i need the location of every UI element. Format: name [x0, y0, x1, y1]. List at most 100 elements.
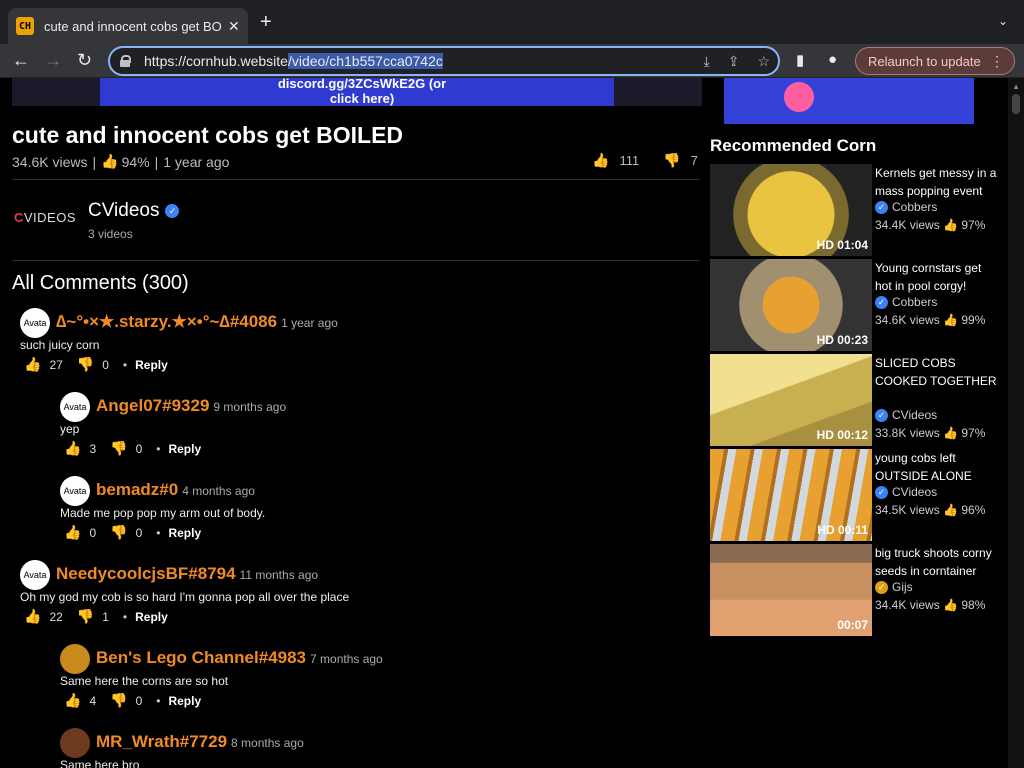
channel-logo[interactable]: CVIDEOS [14, 210, 76, 225]
comment-time: 8 months ago [231, 736, 304, 750]
address-bar[interactable]: https://cornhub.website/video/ch1b557cca… [108, 46, 780, 76]
tab-bar: CH cute and innocent cobs get BOILED ✕ +… [0, 0, 1024, 44]
verified-icon: ✓ [875, 200, 888, 214]
video-title[interactable]: Kernels get messy in a mass popping even… [875, 164, 1000, 200]
menu-dots-icon: ⋮ [990, 53, 1004, 69]
avatar[interactable] [60, 728, 90, 758]
scroll-thumb[interactable] [1012, 94, 1020, 114]
reply-button[interactable]: Reply [135, 358, 168, 372]
reply-button[interactable]: Reply [168, 442, 201, 456]
bookmark-star-icon[interactable]: ☆ [757, 53, 770, 70]
profile-icon[interactable]: ● [828, 51, 837, 68]
dislike-count: 7 [690, 153, 698, 168]
site-favicon: CH [16, 17, 34, 35]
recommended-video[interactable]: HD 00:12 SLICED COBS COOKED TOGETHER ✓ CV… [710, 354, 1000, 446]
video-title[interactable]: young cobs left OUTSIDE ALONE [875, 449, 1000, 485]
avatar[interactable]: Avata [20, 308, 50, 338]
close-tab-icon[interactable]: ✕ [228, 18, 240, 35]
avatar[interactable]: Avata [60, 392, 90, 422]
reply-button[interactable]: Reply [168, 694, 201, 708]
like-icon[interactable]: 👍 [64, 440, 81, 457]
video-thumbnail[interactable]: HD 00:23 [710, 259, 872, 351]
comment-time: 1 year ago [281, 316, 338, 330]
video-channel: ✓ Gijs [875, 580, 913, 594]
recommended-video[interactable]: HD 01:04 Kernels get messy in a mass pop… [710, 164, 1000, 256]
dislike-icon[interactable]: 👎 [110, 524, 127, 541]
sidebar-ad[interactable] [724, 78, 974, 124]
video-title[interactable]: Young cornstars get hot in pool corgy! [875, 259, 1000, 295]
video-thumbnail[interactable]: HD 01:04 [710, 164, 872, 256]
video-title[interactable]: SLICED COBS COOKED TOGETHER [875, 354, 1000, 390]
like-icon[interactable]: 👍 [64, 692, 81, 709]
recommended-video[interactable]: 00:07 big truck shoots corny seeds in co… [710, 544, 1000, 636]
comments-header: All Comments (300) [12, 272, 189, 294]
dislike-icon[interactable]: 👎 [110, 440, 127, 457]
avatar[interactable]: Avata [20, 560, 50, 590]
lock-icon[interactable] [120, 55, 131, 67]
comment-author[interactable]: MR_Wrath#7729 [96, 732, 227, 751]
video-title: cute and innocent cobs get BOILED [12, 122, 404, 148]
recommended-video[interactable]: HD 00:23 Young cornstars get hot in pool… [710, 259, 1000, 351]
new-tab-button[interactable]: + [260, 12, 272, 32]
relaunch-button[interactable]: Relaunch to update ⋮ [855, 47, 1015, 75]
scroll-up-icon: ▲ [1012, 82, 1020, 91]
divider [12, 260, 700, 261]
like-count: 111 [619, 153, 640, 168]
url-text[interactable]: https://cornhub.website/video/ch1b557cca… [144, 53, 443, 69]
video-title[interactable]: big truck shoots corny seeds in corntain… [875, 544, 1000, 580]
video-votes: 👍 111 👎 7 [592, 152, 698, 169]
comment-text: Made me pop pop my arm out of body. [60, 506, 266, 520]
like-icon[interactable]: 👍 [24, 608, 41, 625]
share-icon[interactable]: ⇪ [728, 53, 740, 70]
avatar[interactable]: Avata [60, 476, 90, 506]
dislike-icon[interactable]: 👎 [663, 152, 680, 169]
channel-name[interactable]: CVideos ✓ [88, 200, 180, 222]
upload-age: 1 year ago [163, 153, 230, 170]
tab-search-chevron-icon[interactable]: ⌄ [998, 14, 1008, 28]
verified-icon: ✓ [875, 408, 888, 422]
reply-button[interactable]: Reply [135, 610, 168, 624]
comment-author[interactable]: ∆~°•×★.starzy.★×•°~∆#4086 [56, 312, 277, 331]
video-channel: ✓ CVideos [875, 485, 937, 499]
video-thumbnail[interactable]: 00:07 [710, 544, 872, 636]
like-icon[interactable]: 👍 [592, 152, 609, 169]
like-icon[interactable]: 👍 [64, 524, 81, 541]
forward-button[interactable]: → [44, 50, 62, 70]
video-thumbnail[interactable]: HD 00:12 [710, 354, 872, 446]
dislike-icon[interactable]: 👎 [110, 692, 127, 709]
banner-text: discord.gg/3ZCsWkE2G (or click here) [277, 78, 447, 106]
reload-button[interactable]: ↻ [77, 50, 92, 70]
page-scrollbar[interactable]: ▲ [1008, 78, 1024, 768]
video-channel: ✓ Cobbers [875, 200, 937, 214]
recommended-header: Recommended Corn [710, 136, 877, 155]
video-meta: 34.6K views | 👍 94% | 1 year ago [12, 153, 230, 170]
reply-button[interactable]: Reply [168, 526, 201, 540]
comment-author[interactable]: Ben's Lego Channel#4983 [96, 648, 306, 667]
rating-percent: 94% [121, 153, 150, 170]
comment-author[interactable]: Angel07#9329 [96, 396, 209, 415]
thumbs-up-icon: 👍 [943, 313, 958, 327]
channel-video-count: 3 videos [88, 227, 133, 241]
verified-icon: ✓ [165, 204, 180, 218]
back-button[interactable]: ← [12, 50, 30, 70]
comment-time: 4 months ago [182, 484, 255, 498]
side-panel-icon[interactable]: ▮ [796, 51, 804, 69]
video-channel: ✓ Cobbers [875, 295, 937, 309]
video-thumbnail[interactable]: HD 00:11 [710, 449, 872, 541]
browser-tab[interactable]: CH cute and innocent cobs get BOILED ✕ [8, 8, 248, 44]
install-app-icon[interactable]: ⤓ [704, 53, 710, 70]
thumbs-up-icon: 👍 [943, 426, 958, 440]
recommended-video[interactable]: HD 00:11 young cobs left OUTSIDE ALONE ✓… [710, 449, 1000, 541]
dislike-icon[interactable]: 👎 [77, 356, 94, 373]
comment-time: 11 months ago [239, 568, 319, 582]
thumbs-up-icon: 👍 [943, 503, 958, 517]
comment-author[interactable]: NeedycoolcjsBF#8794 [56, 564, 236, 583]
comment-text: Oh my god my cob is so hard I'm gonna po… [20, 590, 350, 604]
like-icon[interactable]: 👍 [24, 356, 41, 373]
comment-author[interactable]: bemadz#0 [96, 480, 178, 499]
discord-banner-ad[interactable]: discord.gg/3ZCsWkE2G (or click here) [12, 78, 702, 106]
avatar[interactable] [60, 644, 90, 674]
comment-text: yep [60, 422, 80, 436]
verified-icon: ✓ [875, 295, 888, 309]
dislike-icon[interactable]: 👎 [77, 608, 94, 625]
